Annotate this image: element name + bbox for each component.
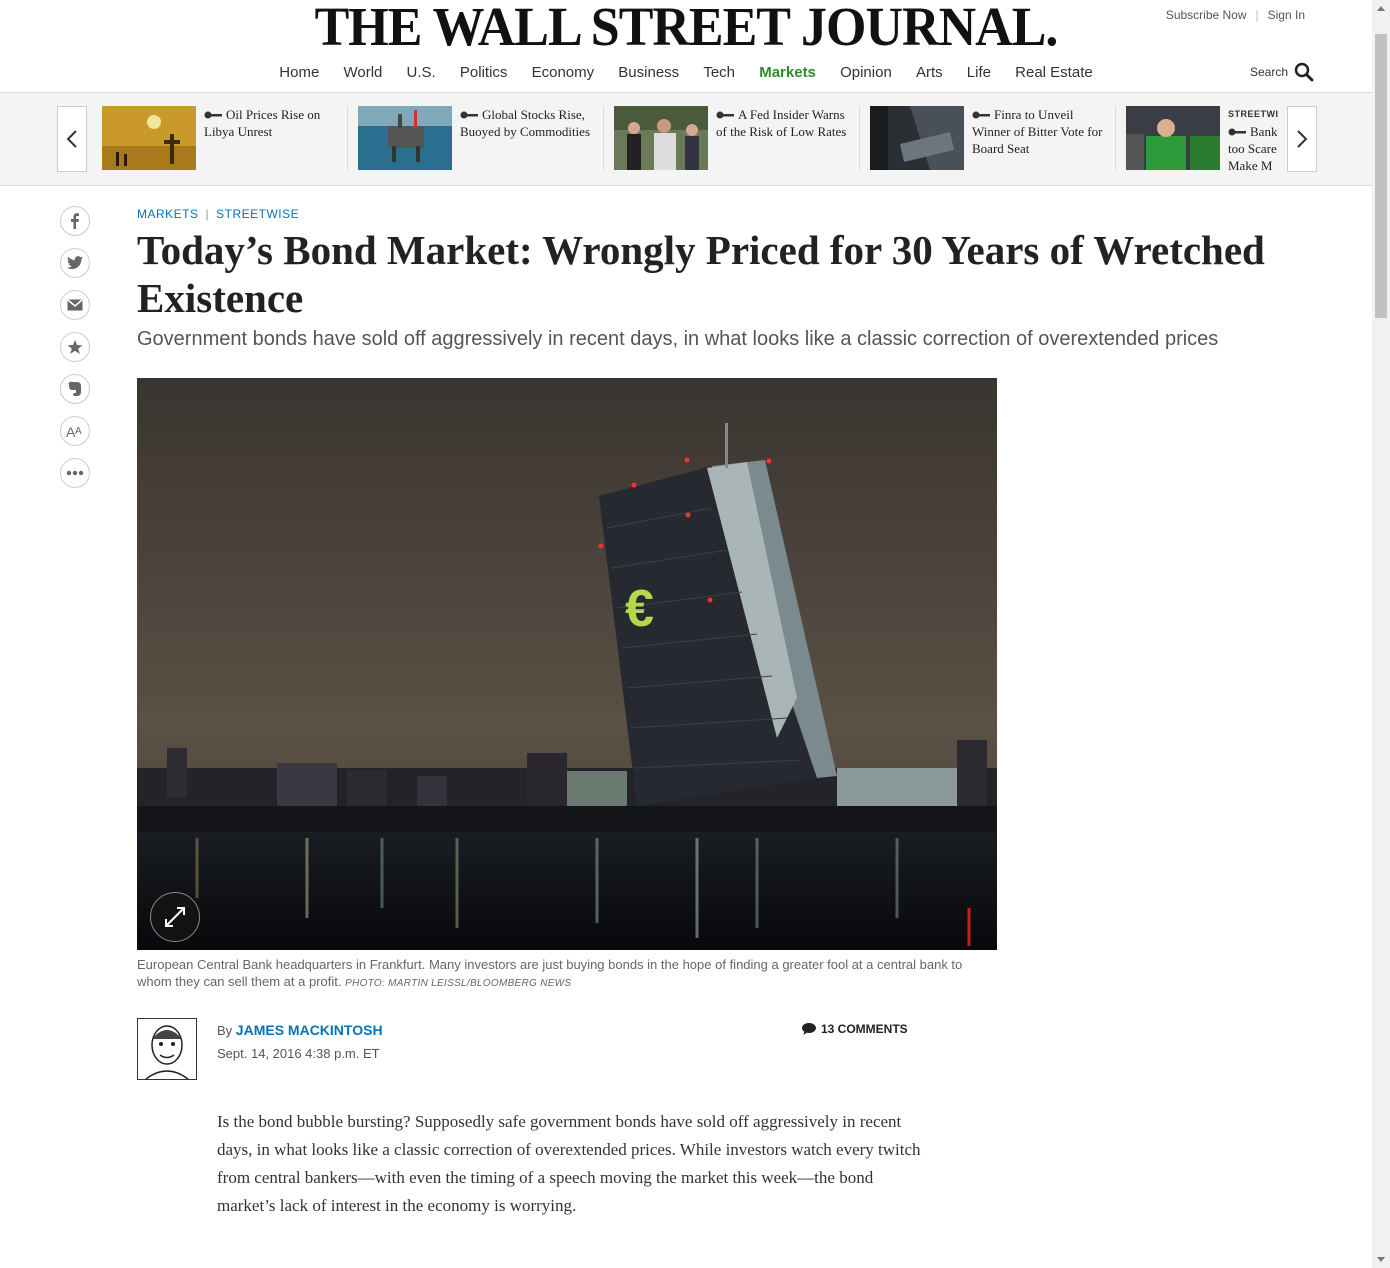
nav-markets[interactable]: Markets xyxy=(759,64,816,81)
key-icon xyxy=(972,111,990,119)
evernote-share-button[interactable] xyxy=(60,374,90,404)
nav-tech[interactable]: Tech xyxy=(703,64,735,81)
carousel-item-title: Oil Prices Rise on Libya Unrest xyxy=(204,106,336,140)
article-kicker: MARKETS | STREETWISE xyxy=(137,207,299,221)
search-button[interactable]: Search xyxy=(1250,62,1314,82)
thumbnail-image xyxy=(102,106,196,170)
carousel-prev-button[interactable] xyxy=(57,106,87,172)
save-button[interactable] xyxy=(60,332,90,362)
star-icon xyxy=(67,340,83,354)
nav-us[interactable]: U.S. xyxy=(407,64,436,81)
carousel-item-title: Global Stocks Rise, Buoyed by Commoditie… xyxy=(460,106,592,140)
email-icon xyxy=(67,299,83,311)
headline-carousel: Oil Prices Rise on Libya Unrest Global S… xyxy=(0,93,1372,186)
article-body-paragraph: Is the bond bubble bursting? Supposedly … xyxy=(217,1112,921,1215)
caret-down-icon xyxy=(1377,1257,1385,1262)
more-icon xyxy=(66,470,84,476)
sign-in-link[interactable]: Sign In xyxy=(1259,8,1314,22)
scroll-down-button[interactable] xyxy=(1372,1251,1390,1268)
nav-life[interactable]: Life xyxy=(967,64,991,81)
divider xyxy=(603,106,604,170)
author-portrait[interactable] xyxy=(137,1018,197,1080)
share-toolbar: AA xyxy=(60,206,90,500)
section-link[interactable]: MARKETS xyxy=(137,207,199,221)
nav-economy[interactable]: Economy xyxy=(532,64,595,81)
carousel-item-title: STREETWI Bank too Scare Make M xyxy=(1228,106,1284,172)
photo-caption: European Central Bank headquarters in Fr… xyxy=(137,956,997,992)
nav-home[interactable]: Home xyxy=(279,64,319,81)
nav-real-estate[interactable]: Real Estate xyxy=(1015,64,1093,81)
nav-world[interactable]: World xyxy=(343,64,382,81)
comments-link[interactable]: 13 COMMENTS xyxy=(802,1022,908,1036)
svg-text:€: € xyxy=(625,580,654,638)
divider: | xyxy=(205,207,210,221)
carousel-item-text: Global Stocks Rise, Buoyed by Commoditie… xyxy=(460,107,590,139)
twitter-icon xyxy=(67,256,83,270)
evernote-icon xyxy=(68,381,81,396)
email-share-button[interactable] xyxy=(60,290,90,320)
nav-business[interactable]: Business xyxy=(618,64,679,81)
svg-text:A: A xyxy=(75,426,82,437)
text-size-icon: AA xyxy=(66,424,82,438)
byline-prefix: By xyxy=(217,1023,233,1038)
comments-count: 13 COMMENTS xyxy=(821,1022,908,1036)
scroll-up-button[interactable] xyxy=(1372,0,1390,17)
carousel-item[interactable]: STREETWI Bank too Scare Make M xyxy=(1126,106,1284,172)
nav-arts[interactable]: Arts xyxy=(916,64,943,81)
chevron-left-icon xyxy=(66,130,77,148)
search-label: Search xyxy=(1249,65,1288,79)
thumbnail-image xyxy=(1126,106,1220,170)
key-icon xyxy=(1228,128,1246,136)
author-link[interactable]: JAMES MACKINTOSH xyxy=(236,1022,383,1038)
scrollbar-thumb[interactable] xyxy=(1375,34,1387,318)
publish-date: Sept. 14, 2016 4:38 p.m. ET xyxy=(217,1046,380,1061)
nav-politics[interactable]: Politics xyxy=(460,64,508,81)
text-size-button[interactable]: AA xyxy=(60,416,90,446)
carousel-item-text: Finra to Unveil Winner of Bitter Vote fo… xyxy=(972,107,1103,156)
subscribe-link[interactable]: Subscribe Now xyxy=(1157,8,1256,22)
article-dek: Government bonds have sold off aggressiv… xyxy=(137,328,1219,350)
carousel-next-button[interactable] xyxy=(1287,106,1317,172)
article-photo[interactable]: € xyxy=(137,378,997,950)
key-icon xyxy=(716,111,734,119)
carousel-item-tag: STREETWI xyxy=(1228,109,1279,119)
caret-up-icon xyxy=(1377,6,1385,11)
main-nav: Home World U.S. Politics Economy Busines… xyxy=(0,64,1372,81)
divider xyxy=(1115,106,1116,170)
byline: By JAMES MACKINTOSH xyxy=(217,1022,383,1038)
facebook-icon xyxy=(71,213,79,229)
key-icon xyxy=(460,111,478,119)
thumbnail-image xyxy=(358,106,452,170)
search-icon xyxy=(1294,62,1314,82)
divider xyxy=(347,106,348,170)
carousel-item-text: A Fed Insider Warns of the Risk of Low R… xyxy=(716,107,847,139)
facebook-share-button[interactable] xyxy=(60,206,90,236)
more-options-button[interactable] xyxy=(60,458,90,488)
nav-opinion[interactable]: Opinion xyxy=(840,64,892,81)
account-links: Subscribe Now | Sign In xyxy=(1157,8,1314,22)
expand-image-button[interactable] xyxy=(150,892,200,942)
photo-credit: PHOTO: MARTIN LEISSL/BLOOMBERG NEWS xyxy=(345,978,572,989)
key-icon xyxy=(204,111,222,119)
carousel-item-title: A Fed Insider Warns of the Risk of Low R… xyxy=(716,106,848,140)
thumbnail-image xyxy=(870,106,964,170)
site-header: THE WALL STREET JOURNAL. Subscribe Now | S… xyxy=(0,0,1372,93)
twitter-share-button[interactable] xyxy=(60,248,90,278)
carousel-item-title: Finra to Unveil Winner of Bitter Vote fo… xyxy=(972,106,1104,157)
comment-icon xyxy=(802,1023,816,1035)
divider xyxy=(859,106,860,170)
chevron-right-icon xyxy=(1297,130,1308,148)
column-link[interactable]: STREETWISE xyxy=(216,207,299,221)
page-scrollbar[interactable] xyxy=(1372,0,1390,1268)
thumbnail-image xyxy=(614,106,708,170)
expand-icon xyxy=(165,907,185,927)
article-headline: Today’s Bond Market: Wrongly Priced for … xyxy=(137,227,1265,321)
